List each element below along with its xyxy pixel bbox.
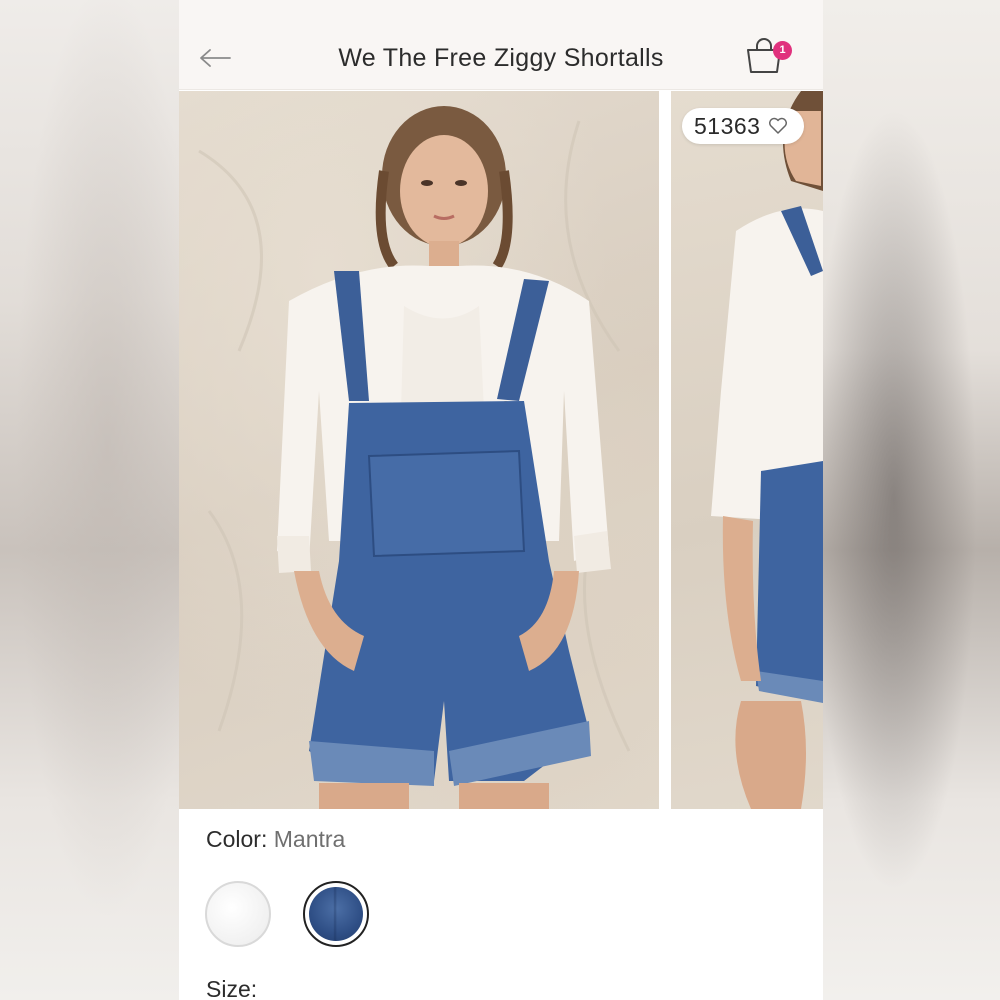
color-swatch-denim[interactable] [303,881,369,947]
color-selection-label: Color: Mantra [206,826,345,853]
product-image-gallery[interactable] [179,91,823,809]
background-blur-left [0,0,179,1000]
app-screen: We The Free Ziggy Shortalls 1 51363 Colo… [179,0,823,1000]
like-counter-button[interactable]: 51363 [682,108,804,144]
product-photo-side[interactable] [671,91,823,809]
size-selection-label: Size: [206,976,258,1000]
color-label-text: Color: [206,826,268,852]
top-navigation-bar: We The Free Ziggy Shortalls 1 [179,0,823,90]
color-swatch-white[interactable] [205,881,271,947]
selected-color-name: Mantra [273,826,346,852]
cart-count-badge: 1 [773,41,792,60]
product-photo-front[interactable] [179,91,659,809]
model-side-illustration [711,91,823,809]
back-arrow-icon [200,49,231,67]
like-count: 51363 [694,112,761,139]
back-button[interactable] [197,40,233,76]
heart-icon [769,117,788,134]
denim-swatch-image [309,887,363,941]
background-blur-right [823,0,1000,1000]
page-title: We The Free Ziggy Shortalls [338,44,664,72]
model-front-illustration [198,106,631,809]
